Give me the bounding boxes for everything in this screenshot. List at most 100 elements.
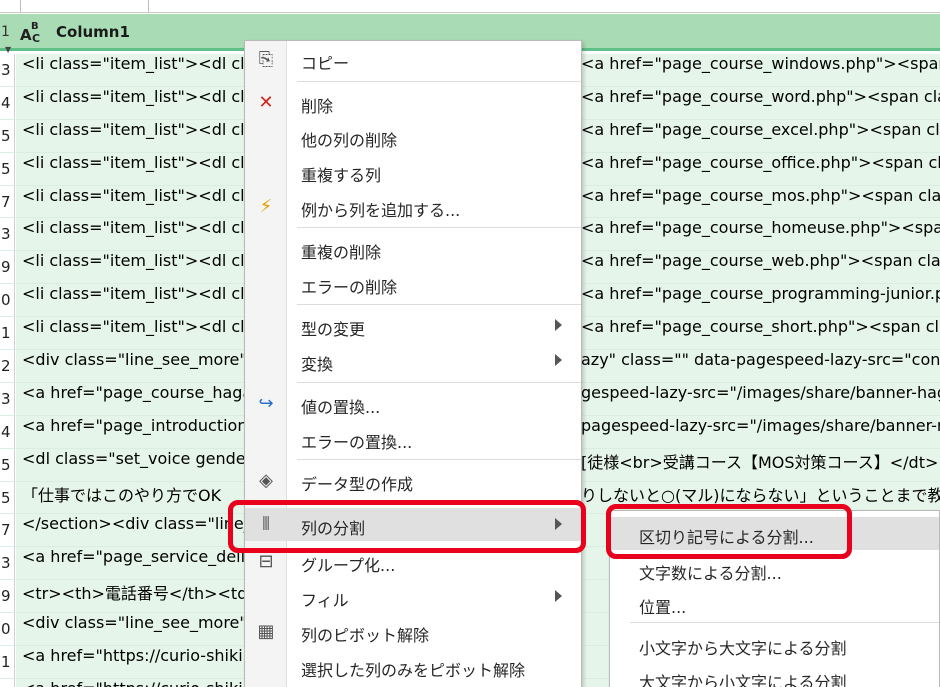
cell-text-left: <li class="item_list"><dl class	[22, 119, 244, 139]
submenu-item-label: 大文字から小文字による分割	[639, 673, 847, 687]
unpivot-columns-icon: ▦	[257, 621, 275, 642]
toolbar-divider	[148, 0, 149, 13]
submenu-item-split-lowercase-to-uppercase[interactable]: 小文字から大文字による分割	[610, 628, 939, 661]
menu-item-unpivot-columns[interactable]: ▦ 列のピボット解除	[245, 615, 581, 648]
toolbar-divider	[20, 0, 21, 13]
cell-text-left: <li class="item_list"><dl class	[22, 185, 244, 205]
cell-text-left: <li class="item_list"><dl class	[22, 86, 244, 106]
highlight-split-column	[228, 500, 586, 553]
menu-item-label: 削除	[301, 97, 334, 116]
menu-item-label: 重複の削除	[301, 243, 382, 262]
row-number[interactable]: 9	[0, 251, 15, 284]
menu-item-label: 型の変更	[301, 320, 366, 339]
group-by-icon: ⊟	[258, 551, 274, 572]
menu-item-remove-other-columns[interactable]: 他の列の削除	[245, 120, 581, 153]
menu-item-label: コピー	[301, 54, 350, 73]
row-number[interactable]: 3	[0, 547, 15, 580]
cell-text-left: <li class="item_list"><dl class	[22, 251, 244, 271]
menu-item-label: エラーの置換...	[301, 433, 413, 452]
cell-text-left: <div class="line_see_more">	[22, 350, 244, 370]
submenu-item-split-uppercase-to-lowercase[interactable]: 大文字から小文字による分割	[610, 662, 939, 687]
row-number[interactable]: 4	[0, 86, 15, 119]
menu-separator	[297, 81, 581, 82]
type-icon-letter-b: B	[31, 21, 39, 32]
row-number-header[interactable]: 1 ▼	[0, 14, 16, 54]
row-number[interactable]: 3	[0, 382, 15, 415]
cell-text-right: pagespeed-lazy-src="/images/share/banner…	[581, 415, 940, 435]
cell-text-left: <li class="item_list"><dl class	[22, 317, 244, 337]
type-icon-letter-c: C	[32, 32, 41, 45]
cell-text-right: <a href="page_course_office.php"><span c…	[581, 152, 940, 172]
row-number[interactable]: 2	[0, 678, 15, 687]
cell-text-left: <a href="page_introduction_	[22, 415, 244, 435]
menu-item-label: 重複する列	[301, 166, 382, 185]
menu-item-label: 値の置換...	[301, 398, 381, 417]
menu-item-remove-errors[interactable]: エラーの削除	[245, 267, 581, 300]
menu-item-remove-duplicates[interactable]: 重複の削除	[245, 232, 581, 265]
cell-text-right: <a href="page_course_excel.php"><span cl…	[581, 119, 940, 139]
row-number[interactable]: 3	[0, 54, 15, 86]
menu-item-replace-values[interactable]: ↪ 値の置換...	[245, 387, 581, 420]
row-number[interactable]: 1	[0, 317, 15, 350]
column-from-examples-icon: ⚡	[259, 196, 273, 217]
menu-item-transform[interactable]: 変換	[245, 344, 581, 377]
row-number[interactable]: 5	[0, 448, 15, 481]
row-number[interactable]: 5	[0, 152, 15, 185]
row-number[interactable]: 1	[0, 646, 15, 678]
row-number[interactable]: 0	[0, 613, 15, 646]
submenu-item-label: 文字数による分割...	[639, 564, 782, 583]
menu-item-label: 列のピボット解除	[301, 626, 430, 645]
row-number[interactable]: 2	[0, 350, 15, 382]
cell-text-left: <li class="item_list"><dl class	[22, 218, 244, 238]
cell-text-right: りしないと○(マル)にならない」ということまで教	[581, 485, 940, 505]
cell-text-right: <a href="page_course_homeuse.php"><span …	[581, 218, 940, 238]
cell-text-left: <a href="https://curio-shiki.c	[22, 646, 244, 666]
menu-item-label: データ型の作成	[301, 475, 414, 494]
menu-item-label: フィル	[301, 591, 349, 610]
menu-item-fill[interactable]: フィル	[245, 580, 581, 613]
row-number[interactable]: 0	[0, 284, 15, 317]
menu-item-label: グループ化...	[301, 556, 396, 575]
menu-item-label: エラーの削除	[301, 278, 398, 297]
cell-text-left: 「仕事ではこのやり方でOK	[22, 485, 222, 505]
cell-text-left: <a href="page_course_hagak	[22, 382, 244, 402]
menu-item-replace-errors[interactable]: エラーの置換...	[245, 422, 581, 455]
cell-text-right: <a href="page_course_word.php"><span cla…	[581, 86, 940, 106]
cell-text-right: <a href="page_course_web.php"><span clas…	[581, 251, 940, 271]
delete-column-icon: ✕	[258, 92, 274, 113]
row-number[interactable]: 3	[0, 218, 15, 251]
replace-values-icon: ↪	[258, 393, 274, 414]
type-icon-letter-a: A	[20, 26, 32, 44]
row-number[interactable]: 9	[0, 580, 15, 613]
column-header-column1[interactable]: Column1	[56, 23, 130, 41]
submenu-item-split-by-positions[interactable]: 位置...	[610, 587, 939, 620]
menu-separator	[297, 382, 581, 383]
cell-text-right: <a href="page_course_short.php"><span cl…	[581, 317, 940, 337]
row-number[interactable]: 4	[0, 415, 15, 448]
menu-item-change-type[interactable]: 型の変更	[245, 309, 581, 342]
cell-text-left: <a href="page_service_delive	[22, 547, 244, 567]
menu-item-copy[interactable]: ⎘ コピー	[245, 43, 581, 76]
text-type-icon[interactable]: A B C	[20, 21, 50, 45]
cell-text-right: azy" class="" data-pagespeed-lazy-src="c…	[581, 350, 940, 370]
menu-item-add-column-from-examples[interactable]: ⚡ 例から列を追加する...	[245, 190, 581, 223]
cell-text-right: <a href="page_course_mos.php"><span clas…	[581, 185, 940, 205]
row-number[interactable]: 5	[0, 119, 15, 152]
submenu-separator	[630, 622, 939, 623]
cell-text-left: <li class="item_list"><dl class	[22, 54, 244, 73]
cell-text-left: <li class="item_list"><dl class	[22, 152, 244, 172]
menu-item-duplicate-column[interactable]: 重複する列	[245, 155, 581, 188]
cell-text-left: <li class="item_list"><dl class	[22, 284, 244, 304]
submenu-arrow-icon	[555, 354, 562, 366]
menu-item-create-data-type[interactable]: ◈ データ型の作成	[245, 464, 581, 497]
row-number[interactable]: 5	[0, 481, 15, 514]
row-number[interactable]: 7	[0, 185, 15, 218]
menu-item-delete[interactable]: ✕ 削除	[245, 86, 581, 119]
cell-text-left: </section><div class="line_se	[22, 514, 244, 534]
row-number[interactable]: 7	[0, 514, 15, 547]
menu-item-label: 変換	[301, 355, 334, 374]
submenu-arrow-icon	[555, 319, 562, 331]
column-context-menu: ⎘ コピー ✕ 削除他の列の削除重複する列 ⚡ 例から列を追加する... 重複の削除エラーの…	[244, 40, 582, 687]
submenu-item-label: 小文字から大文字による分割	[639, 639, 847, 658]
menu-item-unpivot-only-selected-columns[interactable]: 選択した列のみをピボット解除	[245, 650, 581, 683]
